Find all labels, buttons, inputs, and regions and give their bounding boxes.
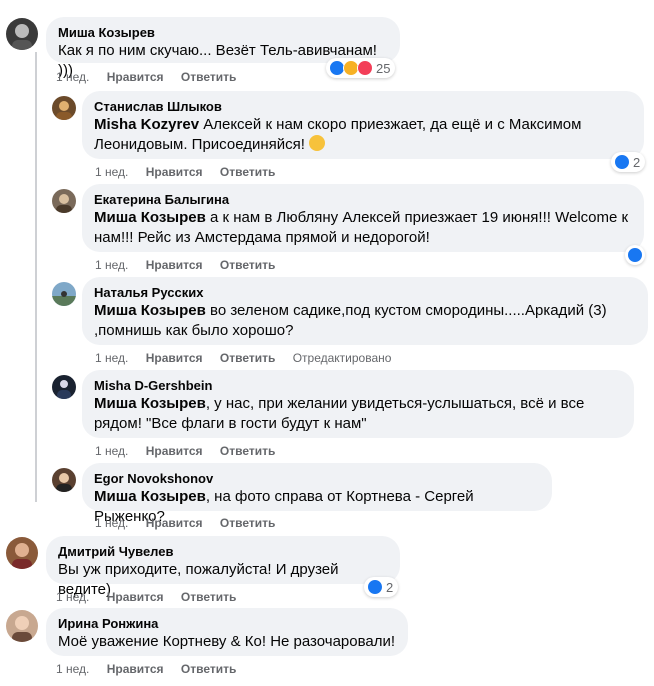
like-reaction-icon [614, 154, 630, 170]
avatar-photo-icon [12, 543, 32, 569]
reply-button[interactable]: Ответить [220, 444, 275, 458]
comment-author[interactable]: Ирина Ронжина [58, 616, 396, 632]
comment-text: Миша Козырев, у нас, при желании увидеть… [94, 394, 622, 434]
like-button[interactable]: Нравится [146, 516, 203, 530]
comment-actions: 1 нед. Нравится Ответить [95, 258, 289, 272]
love-reaction-icon [357, 60, 373, 76]
avatar[interactable] [52, 468, 76, 492]
comment-author[interactable]: Наталья Русских [94, 285, 636, 301]
comment-timestamp[interactable]: 1 нед. [95, 516, 128, 530]
comment-bubble: Екатерина Балыгина Миша Козырев а к нам … [82, 184, 644, 252]
like-button[interactable]: Нравится [107, 590, 164, 604]
comment-timestamp[interactable]: 1 нед. [95, 351, 128, 365]
reply-button[interactable]: Ответить [181, 662, 236, 676]
reaction-summary[interactable]: 25 [326, 58, 396, 78]
reaction-count: 2 [633, 154, 641, 170]
like-button[interactable]: Нравится [146, 444, 203, 458]
reaction-summary[interactable] [625, 245, 645, 265]
comment-bubble: Дмитрий Чувелев Вы уж приходите, пожалуй… [46, 536, 400, 598]
comment-author[interactable]: Миша Козырев [58, 25, 388, 41]
edited-label[interactable]: Отредактировано [293, 351, 392, 365]
comment-text: Misha Kozyrev Алексей к нам скоро приезж… [94, 115, 632, 155]
comment-author[interactable]: Екатерина Балыгина [94, 192, 632, 208]
reply-button[interactable]: Ответить [220, 258, 275, 272]
comment-actions: 1 нед. Нравится Ответить Отредактировано [95, 351, 405, 365]
mention-link[interactable]: Миша Козырев [94, 302, 206, 319]
reply-button[interactable]: Ответить [220, 165, 275, 179]
comment-bubble: Misha D-Gershbein Миша Козырев, у нас, п… [82, 370, 634, 438]
like-button[interactable]: Нравится [146, 258, 203, 272]
reply-thread-line [35, 52, 37, 502]
like-reaction-icon [627, 247, 643, 263]
comment-author[interactable]: Дмитрий Чувелев [58, 544, 388, 560]
comment-actions: 1 нед. Нравится Ответить [95, 444, 289, 458]
comment-text: Миша Козырев а к нам в Любляну Алексей п… [94, 208, 632, 248]
mention-link[interactable]: Misha Kozyrev [94, 116, 199, 133]
avatar[interactable] [6, 537, 38, 569]
reaction-count: 25 [376, 60, 391, 76]
avatar[interactable] [6, 610, 38, 642]
mention-link[interactable]: Миша Козырев [94, 209, 206, 226]
comment-timestamp[interactable]: 1 нед. [56, 590, 89, 604]
avatar-photo-icon [56, 473, 72, 492]
comment-actions: 1 нед. Нравится Ответить [56, 662, 250, 676]
mention-link[interactable]: Миша Козырев [94, 488, 206, 505]
comment-bubble: Наталья Русских Миша Козырев во зеленом … [82, 277, 648, 345]
avatar[interactable] [52, 96, 76, 120]
avatar-photo-icon [12, 616, 32, 642]
avatar-photo-icon [52, 291, 76, 306]
reply-button[interactable]: Ответить [181, 70, 236, 84]
like-button[interactable]: Нравится [107, 70, 164, 84]
comment-bubble: Станислав Шлыков Misha Kozyrev Алексей к… [82, 91, 644, 159]
comment-text: Миша Козырев во зеленом садике,под кусто… [94, 301, 636, 341]
reaction-summary[interactable]: 2 [364, 577, 399, 597]
reaction-count: 2 [386, 579, 394, 595]
avatar[interactable] [52, 189, 76, 213]
comment-bubble: Миша Козырев Как я по ним скучаю... Везё… [46, 17, 400, 79]
like-reaction-icon [367, 579, 383, 595]
comment-timestamp[interactable]: 1 нед. [95, 165, 128, 179]
avatar[interactable] [52, 375, 76, 399]
comment-author[interactable]: Misha D-Gershbein [94, 378, 622, 394]
like-button[interactable]: Нравится [146, 165, 203, 179]
avatar-photo-icon [12, 24, 32, 50]
comment-actions: 1 нед. Нравится Ответить [95, 516, 289, 530]
comment-timestamp[interactable]: 1 нед. [56, 70, 89, 84]
avatar-photo-icon [56, 101, 72, 120]
comment-timestamp[interactable]: 1 нед. [56, 662, 89, 676]
comment-timestamp[interactable]: 1 нед. [95, 258, 128, 272]
comment-bubble: Ирина Ронжина Моё уважение Кортневу & Ко… [46, 608, 408, 656]
comment-author[interactable]: Egor Novokshonov [94, 471, 540, 487]
avatar[interactable] [52, 282, 76, 306]
reply-button[interactable]: Ответить [220, 351, 275, 365]
comment-bubble: Egor Novokshonov Миша Козырев, на фото с… [82, 463, 552, 525]
wink-emoji-icon [309, 135, 326, 151]
reply-button[interactable]: Ответить [181, 590, 236, 604]
comment-text: Моё уважение Кортневу & Ко! Не разочаров… [58, 633, 396, 650]
reply-button[interactable]: Ответить [220, 516, 275, 530]
avatar-photo-icon [56, 194, 72, 213]
comment-actions: 1 нед. Нравится Ответить [56, 70, 250, 84]
comment-timestamp[interactable]: 1 нед. [95, 444, 128, 458]
like-button[interactable]: Нравится [146, 351, 203, 365]
comment-actions: 1 нед. Нравится Ответить [56, 590, 250, 604]
like-button[interactable]: Нравится [107, 662, 164, 676]
comment-author[interactable]: Станислав Шлыков [94, 99, 632, 115]
avatar-photo-icon [57, 380, 71, 399]
comment-actions: 1 нед. Нравится Ответить [95, 165, 289, 179]
mention-link[interactable]: Миша Козырев [94, 395, 206, 412]
avatar[interactable] [6, 18, 38, 50]
reaction-summary[interactable]: 2 [611, 152, 646, 172]
